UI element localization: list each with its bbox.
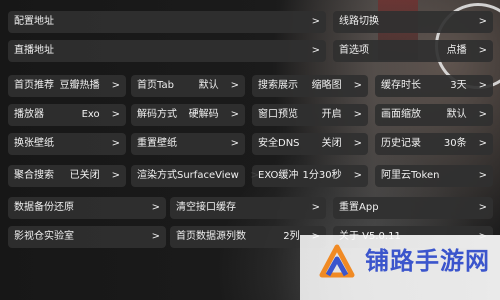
setting-line-switch[interactable]: 线路切换 >	[333, 11, 493, 33]
chevron-right-icon: >	[111, 170, 120, 181]
chevron-right-icon: >	[111, 80, 120, 91]
chevron-right-icon: >	[230, 109, 239, 120]
setting-label: 渲染方式	[137, 170, 177, 181]
chevron-right-icon: >	[478, 138, 487, 149]
setting-label: 直播地址	[14, 45, 54, 56]
setting-exo-buffer[interactable]: EXO缓冲 1分30秒 >	[252, 165, 368, 187]
setting-label: 线路切换	[339, 16, 379, 27]
setting-live-url[interactable]: 直播地址 >	[8, 40, 326, 62]
setting-cache-duration[interactable]: 缓存时长 3天 >	[375, 75, 493, 97]
chevron-right-icon: >	[478, 80, 487, 91]
chevron-right-icon: >	[311, 45, 320, 56]
setting-value: Exo	[81, 109, 100, 120]
chevron-right-icon: >	[353, 138, 362, 149]
setting-label: 重置壁纸	[137, 138, 177, 149]
setting-label: 数据备份还原	[14, 202, 74, 213]
setting-history[interactable]: 历史记录 30条 >	[375, 133, 493, 155]
setting-label: 首页数据源列数	[176, 231, 246, 242]
setting-aggregate-search[interactable]: 聚合搜索 已关闭 >	[8, 165, 126, 187]
setting-data-backup[interactable]: 数据备份还原 >	[8, 197, 166, 219]
setting-value: 豆瓣热播	[59, 80, 100, 91]
setting-label: 聚合搜索	[14, 170, 54, 181]
setting-player[interactable]: 播放器 Exo >	[8, 104, 126, 126]
watermark-text: 铺路手游网	[365, 247, 490, 275]
setting-home-tab[interactable]: 首页Tab 默认 >	[131, 75, 245, 97]
setting-label: 阿里云Token	[381, 170, 440, 181]
setting-window-preview[interactable]: 窗口预览 开启 >	[252, 104, 368, 126]
setting-label: 历史记录	[381, 138, 421, 149]
setting-label: 解码方式	[137, 109, 177, 120]
chevron-right-icon: >	[353, 170, 362, 181]
setting-aliyun-token[interactable]: 阿里云Token >	[375, 165, 493, 187]
setting-value: 缩略图	[311, 80, 342, 91]
chevron-right-icon: >	[111, 138, 120, 149]
setting-home-recommend[interactable]: 首页推荐 豆瓣热播 >	[8, 75, 126, 97]
setting-value: 默认	[198, 80, 219, 91]
setting-label: 首页推荐	[14, 80, 54, 91]
chevron-right-icon: >	[478, 202, 487, 213]
chevron-right-icon: >	[353, 109, 362, 120]
setting-screen-scale[interactable]: 画面缩放 默认 >	[375, 104, 493, 126]
setting-label: 换张壁纸	[14, 138, 54, 149]
setting-home-source[interactable]: 首选项 点播 >	[333, 40, 493, 62]
setting-label: 窗口预览	[258, 109, 298, 120]
setting-value: 开启	[321, 109, 342, 120]
setting-decode-mode[interactable]: 解码方式 硬解码 >	[131, 104, 245, 126]
chevron-right-icon: >	[353, 80, 362, 91]
setting-label: 画面缩放	[381, 109, 421, 120]
setting-reset-wallpaper[interactable]: 重置壁纸 >	[131, 133, 245, 155]
setting-value: 30条	[443, 138, 467, 149]
setting-reset-app[interactable]: 重置App >	[333, 197, 493, 219]
chevron-right-icon: >	[311, 202, 320, 213]
setting-value: 点播	[446, 45, 467, 56]
chevron-right-icon: >	[230, 138, 239, 149]
chevron-right-icon: >	[478, 16, 487, 27]
setting-value: SurfaceView	[177, 170, 239, 181]
setting-label: EXO缓冲	[258, 170, 299, 181]
setting-value: 1分30秒	[302, 170, 342, 181]
setting-value: 2列	[283, 231, 300, 242]
chevron-right-icon: >	[478, 109, 487, 120]
setting-label: 配置地址	[14, 16, 54, 27]
setting-label: 安全DNS	[258, 138, 300, 149]
chevron-right-icon: >	[478, 45, 487, 56]
setting-label: 首选项	[339, 45, 369, 56]
setting-search-display[interactable]: 搜索展示 缩略图 >	[252, 75, 368, 97]
setting-label: 搜索展示	[258, 80, 298, 91]
setting-render-mode[interactable]: 渲染方式 SurfaceView >	[131, 165, 259, 187]
setting-secure-dns[interactable]: 安全DNS 关闭 >	[252, 133, 368, 155]
setting-value: 硬解码	[188, 109, 219, 120]
watermark-logo-icon	[319, 244, 355, 278]
setting-label: 缓存时长	[381, 80, 421, 91]
setting-label: 首页Tab	[137, 80, 174, 91]
chevron-right-icon: >	[478, 170, 487, 181]
setting-change-wallpaper[interactable]: 换张壁纸 >	[8, 133, 126, 155]
chevron-right-icon: >	[151, 202, 160, 213]
setting-value: 3天	[450, 80, 467, 91]
setting-value: 已关闭	[69, 170, 100, 181]
chevron-right-icon: >	[111, 109, 120, 120]
chevron-right-icon: >	[311, 16, 320, 27]
setting-value: 默认	[446, 109, 467, 120]
setting-label: 播放器	[14, 109, 44, 120]
setting-video-lab[interactable]: 影视仓实验室 >	[8, 226, 166, 248]
setting-clear-cache[interactable]: 清空接口缓存 >	[170, 197, 326, 219]
setting-config-url[interactable]: 配置地址 >	[8, 11, 326, 33]
setting-label: 重置App	[339, 202, 379, 213]
setting-value: 关闭	[321, 138, 342, 149]
chevron-right-icon: >	[230, 80, 239, 91]
setting-label: 清空接口缓存	[176, 202, 236, 213]
chevron-right-icon: >	[151, 231, 160, 242]
setting-label: 影视仓实验室	[14, 231, 74, 242]
